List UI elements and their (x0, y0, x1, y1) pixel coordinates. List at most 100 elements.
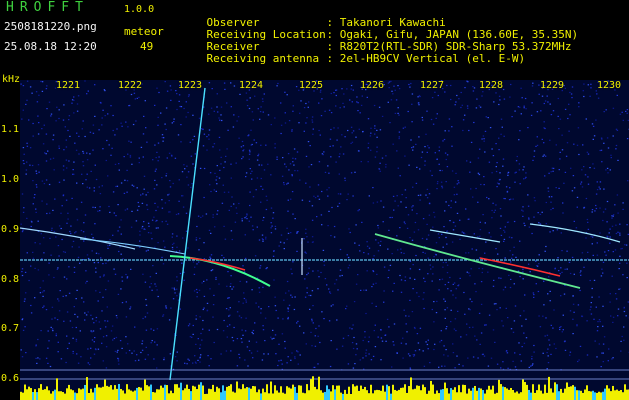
baseline-bar (256, 392, 258, 400)
baseline-bar (166, 385, 168, 400)
noise-speck (49, 365, 52, 368)
noise-speck (596, 330, 599, 332)
baseline-bar (512, 390, 514, 400)
noise-speck (22, 160, 25, 162)
baseline-bar (576, 390, 578, 400)
noise-speck (426, 188, 429, 190)
noise-speck (143, 188, 145, 190)
noise-speck (509, 187, 511, 189)
noise-speck (599, 149, 601, 152)
noise-speck (559, 158, 561, 160)
noise-speck (571, 190, 574, 192)
noise-speck (435, 254, 437, 256)
noise-speck (171, 233, 174, 235)
noise-speck (111, 147, 113, 149)
noise-speck (453, 186, 456, 188)
baseline-bar (532, 384, 534, 400)
noise-speck (377, 227, 380, 229)
noise-speck (311, 318, 313, 320)
noise-speck (398, 114, 400, 116)
noise-speck (447, 281, 450, 283)
noise-speck (296, 350, 298, 352)
noise-speck (625, 110, 627, 112)
noise-speck (194, 355, 196, 357)
noise-speck (232, 340, 235, 342)
noise-speck (581, 315, 584, 318)
noise-speck (209, 184, 211, 186)
noise-speck (391, 216, 393, 219)
baseline-bar (134, 390, 136, 400)
noise-speck (619, 288, 621, 290)
noise-speck (23, 163, 25, 165)
baseline-bar (448, 393, 450, 400)
noise-speck (427, 145, 429, 147)
noise-speck (437, 94, 439, 97)
noise-speck (537, 212, 539, 214)
noise-speck (209, 256, 211, 258)
noise-speck (48, 274, 50, 276)
noise-speck (239, 280, 241, 282)
noise-speck (244, 257, 247, 259)
noise-speck (102, 263, 104, 265)
noise-speck (423, 277, 425, 279)
noise-speck (577, 304, 580, 306)
noise-speck (244, 359, 246, 361)
noise-speck (308, 101, 310, 103)
baseline-bar (490, 389, 492, 400)
noise-speck (434, 152, 436, 154)
noise-speck (73, 161, 75, 163)
noise-speck (249, 97, 251, 99)
noise-speck (318, 161, 321, 163)
noise-speck (544, 335, 546, 337)
noise-speck (362, 357, 364, 359)
noise-speck (522, 215, 524, 217)
noise-speck (376, 201, 379, 203)
noise-speck (398, 131, 401, 133)
noise-speck (199, 361, 201, 363)
noise-speck (190, 186, 192, 188)
noise-speck (479, 235, 481, 237)
noise-speck (623, 326, 625, 328)
noise-speck (82, 161, 84, 163)
noise-speck (502, 158, 505, 160)
noise-speck (50, 113, 53, 115)
noise-speck (621, 111, 623, 113)
noise-speck (453, 282, 456, 284)
baseline-bar (612, 385, 614, 400)
noise-speck (533, 216, 535, 218)
noise-speck (603, 111, 605, 113)
noise-speck (578, 106, 580, 108)
noise-speck (104, 90, 106, 92)
noise-speck (468, 326, 471, 329)
noise-speck (228, 297, 230, 299)
noise-speck (563, 341, 566, 343)
noise-speck (43, 305, 45, 307)
noise-speck (258, 287, 260, 289)
noise-speck (558, 187, 560, 189)
noise-speck (611, 217, 613, 219)
noise-speck (270, 222, 272, 224)
noise-speck (363, 368, 365, 370)
baseline-bar (548, 376, 550, 400)
noise-speck (214, 172, 216, 174)
noise-speck (555, 347, 557, 350)
noise-speck (484, 222, 486, 224)
noise-speck (533, 150, 536, 152)
noise-speck (93, 262, 96, 264)
noise-speck (338, 202, 341, 204)
noise-speck (182, 195, 184, 197)
noise-speck (612, 316, 615, 318)
noise-speck (77, 362, 80, 364)
noise-speck (540, 110, 542, 112)
noise-speck (381, 340, 384, 342)
noise-speck (617, 315, 619, 317)
noise-speck (250, 129, 252, 131)
noise-speck (227, 271, 229, 273)
noise-speck (252, 333, 254, 335)
noise-speck (554, 268, 556, 270)
noise-speck (172, 248, 174, 250)
noise-speck (362, 339, 364, 342)
baseline-bar (260, 393, 262, 400)
noise-speck (271, 225, 273, 227)
noise-speck (232, 126, 235, 128)
